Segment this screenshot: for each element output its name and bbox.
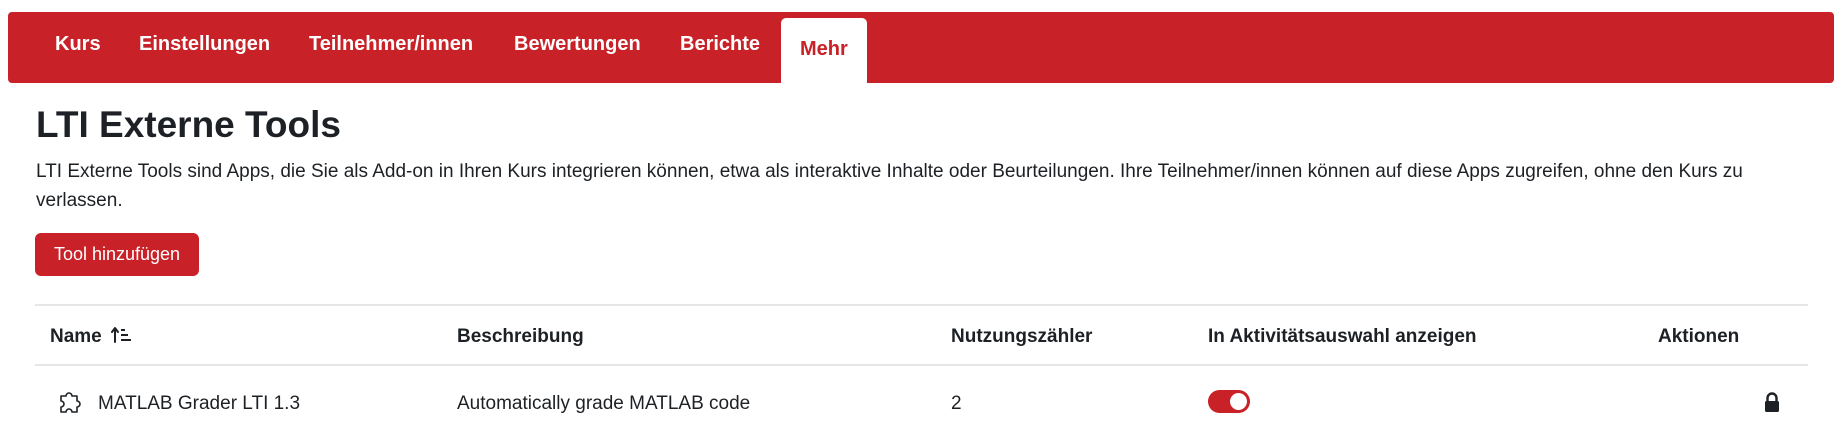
course-nav-bar: Kurs Einstellungen Teilnehmer/innen Bewe…: [8, 12, 1834, 83]
tab-teilnehmer[interactable]: Teilnehmer/innen: [309, 12, 473, 83]
add-tool-button[interactable]: Tool hinzufügen: [35, 233, 199, 276]
tool-description: Automatically grade MATLAB code: [457, 393, 751, 414]
table-top-border: [35, 304, 1808, 306]
table-header-border: [35, 364, 1808, 366]
tool-name[interactable]: MATLAB Grader LTI 1.3: [98, 393, 300, 415]
page-title: LTI Externe Tools: [36, 104, 341, 145]
column-header-usage: Nutzungszähler: [951, 326, 1093, 347]
puzzle-icon: [55, 389, 83, 422]
column-header-actions: Aktionen: [1658, 326, 1740, 347]
column-header-name-label: Name: [50, 326, 102, 347]
lock-icon[interactable]: [1763, 392, 1781, 418]
show-in-activity-chooser-toggle[interactable]: [1208, 390, 1250, 413]
tab-mehr[interactable]: Mehr: [781, 18, 867, 83]
tab-kurs[interactable]: Kurs: [55, 12, 101, 83]
tab-einstellungen[interactable]: Einstellungen: [139, 12, 270, 83]
column-header-show-in-chooser: In Aktivitätsauswahl anzeigen: [1208, 326, 1477, 347]
column-header-description: Beschreibung: [457, 326, 584, 347]
toggle-knob: [1230, 393, 1247, 410]
column-header-name[interactable]: Name: [50, 326, 133, 350]
tool-usage-count: 2: [951, 393, 962, 414]
tab-bewertungen[interactable]: Bewertungen: [514, 12, 641, 83]
tab-berichte[interactable]: Berichte: [680, 12, 760, 83]
page-description: LTI Externe Tools sind Apps, die Sie als…: [36, 161, 1743, 211]
sort-ascending-icon[interactable]: [111, 326, 133, 350]
